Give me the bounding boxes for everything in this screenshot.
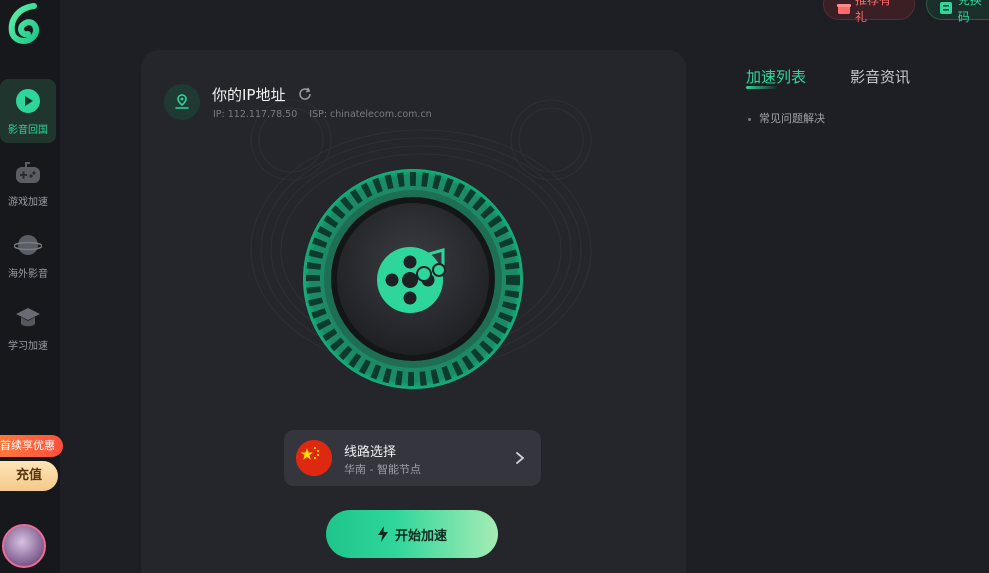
ip-address: IP: 112.117.78.50 xyxy=(213,109,298,120)
recommend-reward-button[interactable]: 推荐有礼 xyxy=(823,0,915,24)
play-circle-icon xyxy=(14,87,42,115)
china-flag-icon xyxy=(296,440,332,476)
tab-boost-list[interactable]: 加速列表 xyxy=(746,66,806,87)
planet-icon xyxy=(14,231,42,259)
recommend-label: 推荐有礼 xyxy=(855,0,892,24)
sidebar-item-overseas-video[interactable]: 海外影音 xyxy=(0,223,56,287)
start-boost-label: 开始加速 xyxy=(394,528,447,544)
promo-badge: 首续享优惠 xyxy=(0,435,63,457)
start-boost-button[interactable]: 开始加速 xyxy=(326,510,498,558)
faq-label: 常见问题解决 xyxy=(759,112,825,125)
redeem-label: 兑换码 xyxy=(957,0,982,24)
recharge-button[interactable]: 充值 xyxy=(0,461,58,491)
sidebar: 影音回国 游戏加速 海外影音 学习加速 首续享优惠 充值 xyxy=(0,0,63,573)
isp-info: ISP: chinatelecom.com.cn xyxy=(309,109,432,120)
redeem-code-button[interactable]: 兑换码 xyxy=(926,0,989,24)
sidebar-item-label: 学习加速 xyxy=(8,340,48,352)
route-title: 线路选择 xyxy=(344,445,397,460)
graduation-cap-icon xyxy=(14,303,42,331)
sidebar-item-label: 游戏加速 xyxy=(8,196,48,208)
bolt-icon xyxy=(377,526,388,542)
active-tab-indicator xyxy=(746,86,778,89)
sidebar-item-study-boost[interactable]: 学习加速 xyxy=(0,295,56,359)
sidebar-item-video-return[interactable]: 影音回国 xyxy=(0,79,56,143)
route-selector[interactable]: 线路选择 华南 - 智能节点 xyxy=(284,430,541,486)
app-logo xyxy=(8,3,40,44)
gift-icon xyxy=(836,0,851,16)
bullet-dot xyxy=(748,117,751,121)
accelerator-card: 你的IP地址 IP: 112.117.78.50 ISP: chinateleco… xyxy=(141,50,686,573)
refresh-icon[interactable] xyxy=(297,86,313,102)
ip-info: IP: 112.117.78.50 ISP: chinatelecom.com.c… xyxy=(213,109,432,120)
ip-title: 你的IP地址 xyxy=(212,86,286,104)
faq-link[interactable]: 常见问题解决 xyxy=(748,110,825,126)
sidebar-item-game-boost[interactable]: 游戏加速 xyxy=(0,151,56,215)
route-node: 华南 - 智能节点 xyxy=(344,463,421,476)
coupon-icon xyxy=(939,0,954,16)
sidebar-item-label: 海外影音 xyxy=(8,268,48,280)
tab-video-news[interactable]: 影音资讯 xyxy=(850,66,910,87)
gamepad-icon xyxy=(14,159,42,187)
video-accelerator-dial[interactable] xyxy=(302,168,524,390)
avatar[interactable] xyxy=(2,524,46,568)
sidebar-item-label: 影音回国 xyxy=(8,124,48,136)
chevron-right-icon xyxy=(516,452,525,464)
location-icon xyxy=(164,84,200,120)
